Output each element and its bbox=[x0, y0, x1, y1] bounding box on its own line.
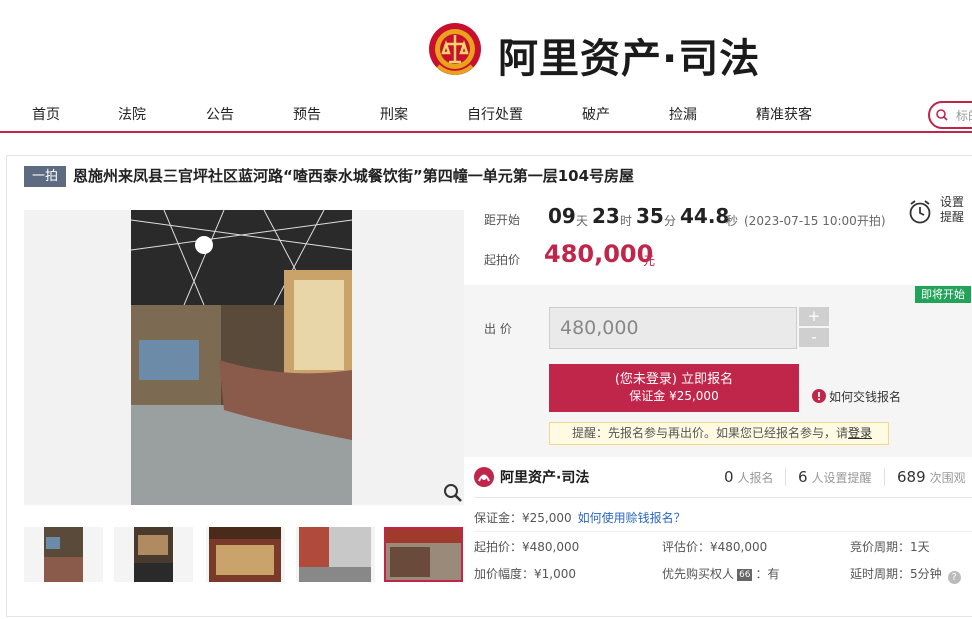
main-photo-image bbox=[130, 209, 353, 505]
signup-count: 0 人报名 bbox=[724, 468, 774, 486]
detail-appraisal: 评估价：¥480,000 bbox=[662, 540, 768, 554]
brand-mini-text: 阿里资产·司法 bbox=[500, 470, 590, 486]
search-placeholder: 标的 bbox=[956, 109, 972, 123]
nav-item-home[interactable]: 首页 bbox=[32, 104, 60, 124]
nav-item-self-disposal[interactable]: 自行处置 bbox=[467, 104, 523, 124]
detail-priority: 优先购买权人 66 ：有 bbox=[662, 565, 779, 582]
divider bbox=[785, 468, 786, 486]
view-count-value: 689 bbox=[897, 468, 926, 486]
nav-item-criminal[interactable]: 刑案 bbox=[380, 104, 408, 124]
reminder-count-value: 6 bbox=[798, 468, 808, 486]
login-link[interactable]: 登录 bbox=[848, 426, 872, 440]
divider bbox=[474, 531, 972, 532]
auction-round-tag: 一拍 bbox=[24, 166, 66, 187]
start-price-value: 480,000 bbox=[544, 240, 654, 268]
view-count-label: 次围观 bbox=[929, 471, 966, 485]
countdown-minutes: 35 bbox=[636, 204, 664, 228]
deposit-row: 保证金：¥25,000 如何使用赊钱报名？ bbox=[474, 509, 686, 526]
priority-value: ：有 bbox=[755, 567, 780, 581]
bid-amount-input[interactable]: 480,000 bbox=[549, 307, 797, 349]
brand-logo-text[interactable]: 阿里资产·司法 bbox=[498, 26, 760, 84]
notice-text: 提醒：先报名参与再出价。如果您已经报名参与，请 bbox=[572, 426, 849, 440]
reminder-count-label: 人设置提醒 bbox=[811, 471, 872, 485]
detail-increment: 加价幅度：¥1,000 bbox=[474, 567, 576, 581]
nav-item-announcement[interactable]: 公告 bbox=[206, 104, 234, 124]
countdown-hours: 23 bbox=[592, 204, 620, 228]
signup-count-value: 0 bbox=[724, 468, 734, 486]
thumb-image bbox=[299, 527, 371, 582]
question-mark-icon[interactable]: ? bbox=[947, 571, 961, 584]
countdown-minutes-unit: 分 bbox=[664, 214, 677, 228]
main-photo[interactable] bbox=[24, 209, 464, 505]
gallery-thumb[interactable] bbox=[114, 527, 193, 582]
court-emblem-icon bbox=[429, 23, 481, 75]
set-reminder-button[interactable]: 设置提醒 bbox=[905, 195, 972, 229]
search-icon bbox=[936, 109, 948, 121]
gallery-thumb[interactable] bbox=[206, 527, 285, 582]
detail-delay: 延时周期：5分钟? bbox=[850, 565, 961, 584]
delay-text: 延时周期：5分钟 bbox=[850, 567, 942, 581]
countdown-seconds: 44.8 bbox=[680, 204, 730, 228]
signup-deposit-label: 保证金 ¥25,000 bbox=[629, 389, 719, 403]
view-count: 689 次围观 bbox=[897, 468, 966, 486]
start-time-note: (2023-07-15 10:00开拍) bbox=[744, 214, 886, 228]
main-nav: 首页 法院 公告 预告 刑案 自行处置 破产 捡漏 精准获客 bbox=[0, 95, 972, 133]
nav-item-court[interactable]: 法院 bbox=[118, 104, 146, 124]
thumb-image bbox=[134, 527, 173, 582]
thumb-image bbox=[386, 529, 461, 580]
start-price-unit: 元 bbox=[643, 254, 656, 268]
info-icon bbox=[812, 389, 826, 403]
bid-decrease-button[interactable]: - bbox=[799, 328, 829, 347]
divider bbox=[884, 468, 885, 486]
gallery-thumb[interactable] bbox=[296, 527, 375, 582]
priority-tag: 66 bbox=[737, 569, 753, 581]
nav-item-preview[interactable]: 预告 bbox=[293, 104, 321, 124]
deposit-text: 保证金：¥25,000 bbox=[474, 511, 572, 525]
countdown-days-unit: 天 bbox=[576, 214, 589, 228]
gallery-thumb-active[interactable] bbox=[384, 527, 463, 582]
signup-count-label: 人报名 bbox=[737, 471, 774, 485]
zoom-icon[interactable] bbox=[443, 483, 463, 503]
start-price-label: 起拍价 bbox=[484, 253, 521, 267]
bid-label: 出 价 bbox=[484, 322, 512, 336]
how-to-pay-text: 如何交钱报名 bbox=[829, 390, 902, 404]
site-header: 阿里资产·司法 bbox=[0, 0, 972, 95]
auction-title: 恩施州来凤县三官坪社区蓝河路“喳西泰水城餐饮街”第四幢一单元第一层104号房屋 bbox=[73, 167, 635, 185]
priority-label: 优先购买权人 bbox=[662, 567, 735, 581]
countdown-hours-unit: 时 bbox=[620, 214, 633, 228]
search-input[interactable]: 标的 bbox=[928, 101, 972, 129]
nav-item-bankruptcy[interactable]: 破产 bbox=[582, 104, 610, 124]
detail-cycle: 竞价周期：1天 bbox=[850, 540, 930, 554]
login-notice: 提醒：先报名参与再出价。如果您已经报名参与，请登录 bbox=[549, 422, 889, 445]
status-badge: 即将开始 bbox=[915, 286, 971, 303]
countdown-label: 距开始 bbox=[484, 213, 521, 227]
divider bbox=[474, 497, 972, 498]
thumb-image bbox=[209, 527, 281, 582]
ali-asset-logo-icon bbox=[474, 467, 494, 487]
bid-increase-button[interactable]: + bbox=[799, 307, 829, 326]
alarm-clock-icon bbox=[909, 200, 931, 224]
signup-button[interactable]: (您未登录) 立即报名 保证金 ¥25,000 bbox=[549, 364, 799, 412]
nav-item-bargain[interactable]: 捡漏 bbox=[669, 104, 697, 124]
detail-start-price: 起拍价：¥480,000 bbox=[474, 540, 580, 554]
gallery-thumb[interactable] bbox=[24, 527, 103, 582]
deposit-help-link[interactable]: 如何使用赊钱报名？ bbox=[578, 511, 686, 525]
nav-item-precise-leads[interactable]: 精准获客 bbox=[756, 104, 812, 124]
countdown-days: 09 bbox=[548, 204, 576, 228]
signup-button-label: (您未登录) 立即报名 bbox=[614, 372, 734, 387]
thumb-image bbox=[44, 527, 83, 582]
set-reminder-label: 设置提醒 bbox=[940, 195, 965, 224]
reminder-count: 6 人设置提醒 bbox=[798, 468, 872, 486]
countdown-seconds-unit: 秒 bbox=[726, 214, 739, 228]
